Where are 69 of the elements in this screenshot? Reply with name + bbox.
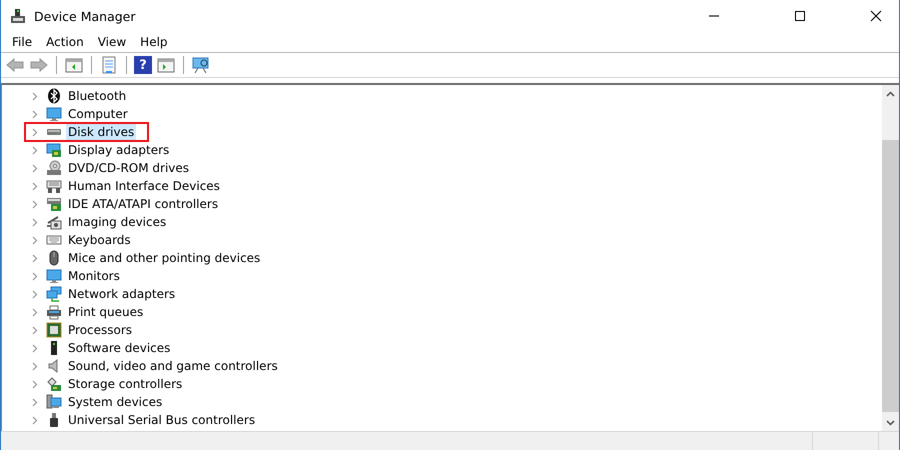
- printer-icon: [46, 304, 62, 320]
- monitor-icon: [46, 268, 62, 284]
- monitor-icon: [46, 106, 62, 122]
- tree-item[interactable]: DVD/CD-ROM drives: [66, 160, 192, 176]
- tree-item[interactable]: Bluetooth: [66, 88, 128, 104]
- tree-item[interactable]: Disk drives: [66, 124, 136, 140]
- window-pane-icon[interactable]: [65, 56, 83, 74]
- processor-icon: [46, 322, 62, 338]
- expand-chevron-icon[interactable]: [30, 254, 39, 262]
- close-icon[interactable]: [870, 10, 882, 22]
- scrollbar[interactable]: [882, 85, 899, 431]
- expand-chevron-icon[interactable]: [30, 380, 39, 388]
- display-adapter-icon: [46, 142, 62, 158]
- camera-icon: [46, 214, 62, 230]
- help-button[interactable]: ?: [134, 56, 152, 74]
- expand-chevron-icon[interactable]: [30, 110, 39, 118]
- bluetooth-icon: [46, 88, 62, 104]
- expand-chevron-icon[interactable]: [30, 344, 39, 352]
- keyboard-hand-icon: [46, 178, 62, 194]
- expand-chevron-icon[interactable]: [30, 92, 39, 100]
- expand-chevron-icon[interactable]: [30, 272, 39, 280]
- monitor-search-icon[interactable]: [192, 56, 210, 74]
- tree-item[interactable]: IDE ATA/ATAPI controllers: [66, 196, 220, 212]
- expand-chevron-icon[interactable]: [30, 398, 39, 406]
- tree-item[interactable]: Imaging devices: [66, 214, 168, 230]
- window-title: Device Manager: [34, 8, 137, 24]
- menu-item[interactable]: Help: [133, 33, 175, 51]
- tree-item[interactable]: Mice and other pointing devices: [66, 250, 262, 266]
- scroll-up-icon[interactable]: [886, 90, 895, 96]
- menu-item[interactable]: File: [5, 33, 40, 51]
- expand-chevron-icon[interactable]: [30, 236, 39, 244]
- expand-chevron-icon[interactable]: [30, 146, 39, 154]
- tree-item[interactable]: Universal Serial Bus controllers: [66, 412, 258, 428]
- menu-item[interactable]: Action: [39, 33, 91, 51]
- expand-chevron-icon[interactable]: [30, 164, 39, 172]
- tree-item[interactable]: Monitors: [66, 268, 122, 284]
- tree-item[interactable]: Sound, video and game controllers: [66, 358, 280, 374]
- disk-drive-icon: [47, 129, 61, 135]
- tree-item[interactable]: Processors: [66, 322, 134, 338]
- scroll-thumb[interactable]: [882, 140, 899, 412]
- scroll-down-icon[interactable]: [886, 420, 895, 426]
- properties-icon[interactable]: [100, 56, 118, 74]
- expand-chevron-icon[interactable]: [30, 308, 39, 316]
- tree-item[interactable]: System devices: [66, 394, 164, 410]
- expand-chevron-icon[interactable]: [30, 416, 39, 424]
- tree-item[interactable]: Computer: [66, 106, 130, 122]
- tree-item[interactable]: Software devices: [66, 340, 172, 356]
- storage-controller-icon: [46, 376, 62, 392]
- expand-chevron-icon[interactable]: [30, 128, 39, 136]
- tree-item[interactable]: Print queues: [66, 304, 146, 320]
- computer-icon: [46, 394, 62, 410]
- app-icon: [10, 8, 26, 24]
- tree-item[interactable]: Keyboards: [66, 232, 133, 248]
- tree-item[interactable]: Network adapters: [66, 286, 178, 302]
- expand-chevron-icon[interactable]: [30, 362, 39, 370]
- tree-item[interactable]: Human Interface Devices: [66, 178, 222, 194]
- expand-chevron-icon[interactable]: [30, 290, 39, 298]
- expand-chevron-icon[interactable]: [30, 326, 39, 334]
- controller-card-icon: [46, 196, 62, 212]
- tree-item[interactable]: Display adapters: [66, 142, 172, 158]
- tree-item[interactable]: Storage controllers: [66, 376, 184, 392]
- expand-chevron-icon[interactable]: [30, 218, 39, 226]
- maximize-icon[interactable]: [794, 10, 806, 22]
- expand-chevron-icon[interactable]: [30, 200, 39, 208]
- window-pane-icon[interactable]: [157, 56, 175, 74]
- optical-drive-icon: [46, 160, 62, 176]
- expand-chevron-icon[interactable]: [30, 182, 39, 190]
- menu-item[interactable]: View: [90, 33, 134, 51]
- network-icon: [46, 286, 62, 302]
